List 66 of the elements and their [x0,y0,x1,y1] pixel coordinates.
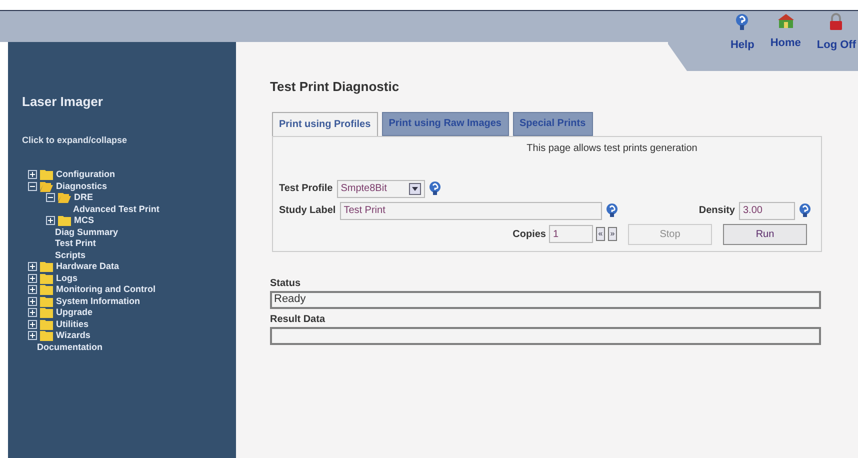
expand-toggle[interactable] [28,285,37,294]
tree-item[interactable]: Hardware Data [56,262,120,272]
folder-icon [40,296,53,307]
expand-toggle[interactable] [28,308,37,318]
expand-toggle[interactable] [28,320,37,329]
profile-dropdown[interactable]: Smpte8Bit [336,180,425,198]
help-icon[interactable] [606,203,618,218]
folder-icon [40,272,53,284]
tree-item[interactable]: Logs [56,274,78,283]
field-label: Status [270,276,302,290]
tree-item[interactable]: Scripts [55,250,86,260]
help-icon [735,13,750,31]
tree-item[interactable]: Upgrade [56,308,93,318]
lock-icon [828,13,844,31]
sidebar-title: Laser Imager [22,93,104,111]
expand-toggle[interactable] [28,331,37,340]
tree-item[interactable]: DRE [74,193,94,202]
page-title: Test Print Diagnostic [270,78,400,96]
nav-link[interactable]: Home [770,13,801,52]
field-label: Copies [512,228,546,242]
density-field[interactable]: 3.00 [739,202,795,220]
folder-icon [40,261,53,272]
tree-item[interactable]: Documentation [37,342,103,352]
intro-text: This page allows test prints generation [526,142,698,156]
folder-icon [40,169,53,180]
house-icon [776,13,795,29]
tab[interactable]: Print using Profiles [272,112,378,136]
folder-icon [40,307,53,318]
nav-link[interactable]: Log Off [816,13,856,54]
increment-button[interactable]: » [608,227,617,241]
expand-toggle[interactable] [28,274,37,283]
tree-item[interactable]: Test Print [55,239,96,248]
folder-icon [40,318,53,330]
field-label: Study Label [279,204,336,218]
tree-item[interactable]: Monitoring and Control [56,285,156,294]
collapse-toggle[interactable] [28,182,37,191]
folder-icon [58,215,71,226]
tree-item[interactable]: Configuration [56,170,115,180]
tree-item[interactable]: MCS [74,216,94,226]
collapse-toggle[interactable] [46,193,55,202]
expand-toggle[interactable] [28,262,37,272]
copies-field[interactable]: 1 [549,225,593,243]
tree-item[interactable]: Advanced Test Print [73,204,160,214]
expand-toggle[interactable] [28,296,37,306]
help-icon[interactable] [428,181,441,196]
open-folder-icon [58,192,71,204]
tree-item[interactable]: Diag Summary [55,228,118,237]
field-label: Result Data [270,312,326,326]
tree-item[interactable]: Diagnostics [56,182,108,191]
folder-icon [40,330,53,342]
status-field: Ready [270,290,821,308]
help-icon[interactable] [799,203,811,218]
field-label: Density [698,204,735,218]
expand-toggle[interactable] [46,216,55,226]
folder-icon [40,284,53,296]
study-label-field[interactable]: Test Print [340,202,602,220]
tree-item[interactable]: Wizards [56,331,90,340]
expand-toggle[interactable] [28,170,37,180]
field-label: Test Profile [279,182,333,196]
action-button[interactable]: Run [723,224,807,244]
sidebar-hint: Click to expand/collapse [22,134,128,147]
open-folder-icon [40,180,53,192]
tree-item[interactable]: System Information [56,296,140,306]
nav-link[interactable]: Help [730,13,754,54]
tree-item[interactable]: Utilities [56,320,89,329]
decrement-button[interactable]: « [596,227,605,241]
